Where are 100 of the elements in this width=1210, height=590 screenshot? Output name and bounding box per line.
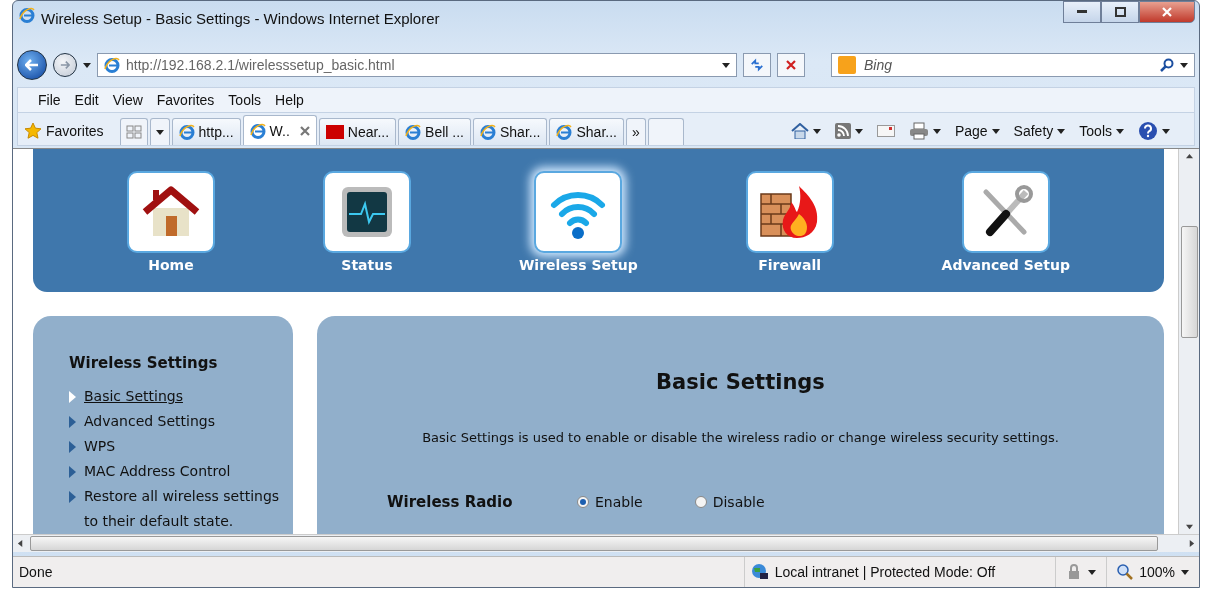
- radio-option[interactable]: Enable: [577, 494, 643, 510]
- command-menu[interactable]: Page: [952, 123, 1002, 139]
- back-button[interactable]: [17, 50, 47, 80]
- feed-icon: [834, 123, 851, 139]
- menu-item[interactable]: Favorites: [150, 92, 221, 108]
- browser-tab[interactable]: Shar...: [549, 118, 624, 145]
- triangle-icon: [69, 441, 76, 453]
- help-icon: [1138, 121, 1158, 141]
- caret-icon: [1180, 62, 1188, 68]
- minimize-button[interactable]: [1063, 1, 1101, 23]
- browser-e-icon: [405, 124, 422, 140]
- radio-button[interactable]: [694, 496, 707, 508]
- arrow-icon: [1188, 540, 1195, 547]
- more-tabs-button[interactable]: »: [625, 118, 646, 145]
- close-tab-icon: [299, 125, 310, 136]
- sidebar-link[interactable]: WPS: [69, 434, 281, 459]
- close-button[interactable]: [1139, 1, 1195, 23]
- caret-icon: [1162, 128, 1170, 134]
- browser-e-icon: [249, 122, 266, 139]
- horizontal-scrollbar[interactable]: [13, 534, 1199, 552]
- refresh-button[interactable]: [743, 53, 771, 77]
- favorites-button[interactable]: Favorites: [24, 117, 104, 145]
- magnifier-icon: [1117, 564, 1134, 580]
- sidebar-link[interactable]: Restore all wireless settings to their default state.: [69, 484, 281, 534]
- browser-e-icon: [19, 7, 35, 23]
- arrow-icon: [1185, 153, 1193, 160]
- menu-item[interactable]: Help: [269, 92, 310, 108]
- nav-item[interactable]: Wireless Setup: [512, 149, 644, 292]
- stop-button[interactable]: [777, 53, 805, 77]
- caret-icon: [854, 128, 863, 134]
- caret-icon: [155, 129, 164, 135]
- triangle-icon: [69, 491, 76, 503]
- sidebar-link[interactable]: MAC Address Control: [69, 459, 281, 484]
- maximize-button[interactable]: [1101, 1, 1139, 23]
- browser-tab[interactable]: Near...: [318, 118, 397, 145]
- window-title: Wireless Setup - Basic Settings - Windows Internet Explorer: [41, 9, 440, 27]
- browser-tab[interactable]: Shar...: [473, 118, 548, 145]
- search-box[interactable]: Bing: [831, 53, 1195, 77]
- close-icon: [1162, 7, 1172, 17]
- left-arrow-icon: [25, 59, 39, 71]
- browser-e-icon: [178, 124, 195, 140]
- globe-icon: [750, 563, 769, 581]
- arrow-icon: [1185, 523, 1193, 530]
- sidebar-link[interactable]: Basic Settings: [69, 384, 281, 409]
- stop-icon: [786, 60, 796, 70]
- grid-icon: [125, 125, 142, 139]
- description-text: Basic Settings is used to enable or disable the wireless radio or change wireless security settings.: [422, 430, 1059, 445]
- browser-tab[interactable]: http...: [171, 118, 241, 145]
- minimize-icon: [1077, 10, 1087, 14]
- menu-item[interactable]: Tools: [222, 92, 268, 108]
- restore-icon: [1114, 7, 1126, 17]
- help-button[interactable]: [1136, 121, 1172, 141]
- page-heading: Basic Settings: [656, 370, 825, 394]
- address-field[interactable]: http://192.168.2.1/wirelesssetup_basic.html: [97, 53, 737, 77]
- browser-e-icon: [104, 57, 120, 73]
- triangle-icon: [69, 391, 76, 403]
- right-arrow-icon: [60, 60, 70, 70]
- house-icon: [790, 123, 809, 139]
- caret-icon: [1116, 128, 1124, 134]
- command-menu[interactable]: Tools: [1077, 123, 1126, 139]
- feeds-button[interactable]: [832, 123, 865, 139]
- tab-list-button[interactable]: [149, 118, 170, 145]
- field-label: Wireless Radio: [387, 493, 514, 511]
- envelope-icon: [876, 125, 895, 137]
- browser-tab[interactable]: W..: [242, 115, 317, 145]
- mail-button[interactable]: [874, 125, 897, 137]
- menu-item[interactable]: View: [106, 92, 149, 108]
- browser-e-icon: [556, 124, 573, 140]
- zoom-button[interactable]: 100%: [1106, 557, 1199, 587]
- search-provider-icon: [838, 56, 856, 74]
- caret-icon: [722, 62, 730, 68]
- caret-icon: [991, 128, 1000, 134]
- printer-icon: [908, 122, 929, 140]
- sidebar-link[interactable]: Advanced Settings: [69, 409, 281, 434]
- scrollbar-thumb[interactable]: [30, 536, 1158, 551]
- sidebar-title: Wireless Settings: [69, 354, 219, 372]
- caret-icon: [932, 128, 941, 134]
- refresh-arrows-icon: [750, 58, 764, 72]
- arrow-icon: [17, 540, 24, 547]
- scrollbar-thumb[interactable]: [1180, 226, 1198, 338]
- nav-item[interactable]: Advanced Setup: [935, 149, 1076, 292]
- search-icon: [1160, 58, 1174, 72]
- radio-option[interactable]: Disable: [694, 494, 765, 510]
- caret-icon: [83, 62, 91, 68]
- status-text: Done: [18, 564, 54, 580]
- caret-icon: [1057, 128, 1066, 134]
- command-menu[interactable]: Safety: [1011, 123, 1068, 139]
- caret-icon: [812, 128, 821, 134]
- triangle-icon: [69, 416, 76, 428]
- caret-icon: [1088, 569, 1097, 575]
- browser-tab[interactable]: Bell ...: [398, 118, 471, 145]
- browser-e-icon: [480, 124, 496, 140]
- triangle-icon: [69, 466, 76, 478]
- star-icon: [24, 122, 42, 140]
- vertical-scrollbar[interactable]: [1178, 149, 1199, 534]
- menu-item[interactable]: File: [32, 92, 67, 108]
- forward-button[interactable]: [53, 53, 77, 77]
- menu-item[interactable]: Edit: [68, 92, 105, 108]
- radio-button[interactable]: [577, 496, 589, 508]
- security-zone: Local intranet | Protected Mode: Off: [743, 557, 1056, 587]
